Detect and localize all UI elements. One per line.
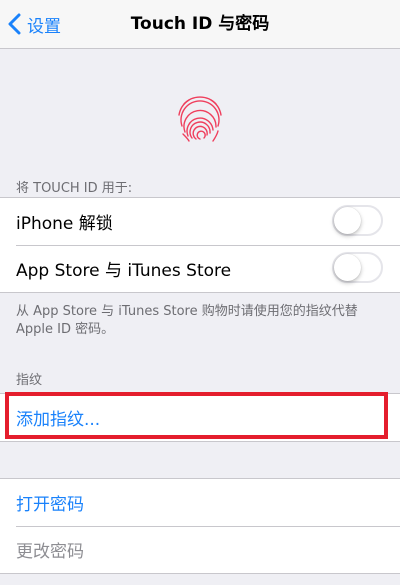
navigation-bar: 设置 Touch ID 与密码 xyxy=(0,0,400,49)
touchid-section-header: 将 TOUCH ID 用于: xyxy=(16,181,133,196)
change-passcode-row: 更改密码 xyxy=(0,526,400,573)
touchid-options-group: iPhone 解锁 App Store 与 iTunes Store xyxy=(0,197,400,293)
add-fingerprint-row[interactable]: 添加指纹... xyxy=(0,394,400,441)
page-title: Touch ID 与密码 xyxy=(130,14,270,34)
add-fingerprint-label: 添加指纹... xyxy=(16,410,101,430)
iphone-unlock-row: iPhone 解锁 xyxy=(0,198,400,245)
app-store-row: App Store 与 iTunes Store xyxy=(0,245,400,292)
fingerprints-section-header: 指纹 xyxy=(16,373,43,388)
turn-on-passcode-label: 打开密码 xyxy=(16,495,84,515)
iphone-unlock-toggle[interactable] xyxy=(332,205,383,236)
touchid-footnote: 从 App Store 与 iTunes Store 购物时请使用您的指纹代替 … xyxy=(16,304,358,337)
fingerprint-icon xyxy=(178,96,222,142)
fingerprints-group: 添加指纹... xyxy=(0,393,400,442)
toggle-knob xyxy=(334,254,361,281)
app-store-toggle[interactable] xyxy=(332,252,383,283)
turn-on-passcode-row[interactable]: 打开密码 xyxy=(0,479,400,526)
toggle-knob xyxy=(334,207,361,234)
change-passcode-label: 更改密码 xyxy=(16,542,84,562)
passcode-group: 打开密码 更改密码 xyxy=(0,478,400,574)
app-store-label: App Store 与 iTunes Store xyxy=(16,261,232,281)
iphone-unlock-label: iPhone 解锁 xyxy=(16,214,113,234)
